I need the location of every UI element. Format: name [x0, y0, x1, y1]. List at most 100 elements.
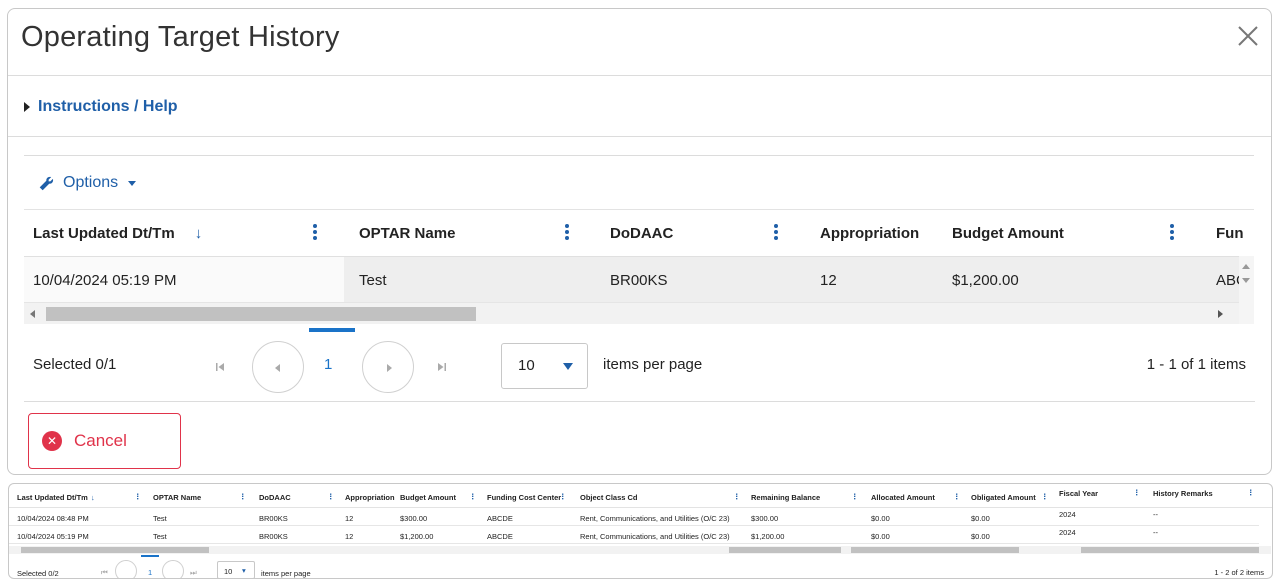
- vertical-scrollbar[interactable]: [1239, 256, 1254, 324]
- column-header-last-updated[interactable]: Last Updated Dt/Tm: [17, 493, 88, 502]
- instructions-help-label: Instructions / Help: [38, 98, 178, 115]
- items-per-page-label: items per page: [603, 356, 703, 373]
- next-page-button[interactable]: [362, 341, 414, 393]
- cancel-label: Cancel: [74, 431, 127, 450]
- pager-summary: 1 - 1 of 1 items: [1146, 356, 1246, 373]
- close-circle-icon: ✕: [42, 431, 62, 451]
- instructions-help-toggle[interactable]: Instructions / Help: [24, 98, 178, 116]
- table-row[interactable]: 10/04/2024 05:19 PM Test BR00KS 12 $1,20…: [9, 528, 1259, 544]
- cell-optar-name: Test: [359, 271, 387, 289]
- scrollbar-thumb[interactable]: [21, 547, 209, 553]
- column-menu-icon[interactable]: ⋮: [1133, 488, 1141, 497]
- background-history-grid: Last Updated Dt/Tm ↓ ⋮ OPTAR Name ⋮ DoDA…: [8, 483, 1273, 579]
- horizontal-scrollbar[interactable]: [9, 546, 1271, 554]
- scrollbar-thumb[interactable]: [851, 547, 1019, 553]
- column-header-appropriation[interactable]: Appropriation: [345, 493, 395, 502]
- cell-appropriation: 12: [820, 271, 837, 289]
- column-menu-icon[interactable]: ⋮: [733, 492, 741, 501]
- column-menu-icon[interactable]: ⋮: [469, 492, 477, 501]
- chevron-down-icon: ▾: [242, 566, 246, 575]
- divider: [8, 75, 1271, 76]
- previous-page-button[interactable]: [252, 341, 304, 393]
- page-size-select[interactable]: 10 ▾: [217, 561, 255, 578]
- column-header-funding-cost-center[interactable]: Fun: [1216, 210, 1244, 256]
- scroll-down-icon[interactable]: [1242, 278, 1250, 283]
- column-menu-icon[interactable]: ⋮: [239, 492, 247, 501]
- scroll-left-icon[interactable]: [30, 310, 35, 318]
- column-header-object-class[interactable]: Object Class Cd: [580, 493, 638, 502]
- column-header-funding-cost-center[interactable]: Funding Cost Center: [487, 493, 561, 502]
- column-menu-icon[interactable]: [1169, 224, 1175, 242]
- scrollbar-thumb[interactable]: [46, 307, 476, 321]
- background-pager: Selected 0/2 ⏮ 1 ⏭ 10 ▾ items per page 1…: [9, 554, 1272, 578]
- items-per-page-label: items per page: [261, 569, 311, 578]
- operating-target-history-dialog: Operating Target History Instructions / …: [7, 8, 1272, 475]
- options-menu-button[interactable]: Options: [38, 174, 137, 192]
- sort-descending-icon: ↓: [91, 493, 95, 502]
- column-header-history-remarks[interactable]: History Remarks: [1153, 489, 1213, 498]
- column-header-budget-amount[interactable]: Budget Amount: [400, 493, 456, 502]
- column-header-dodaac[interactable]: DoDAAC: [610, 210, 673, 256]
- selected-count: Selected 0/2: [17, 569, 59, 578]
- selected-count: Selected 0/1: [33, 356, 117, 373]
- cell-budget-amount: $1,200.00: [952, 271, 1019, 289]
- column-menu-icon[interactable]: [564, 224, 570, 242]
- column-header-last-updated[interactable]: Last Updated Dt/Tm ↓: [33, 210, 202, 256]
- options-label: Options: [63, 174, 119, 191]
- close-icon[interactable]: [1233, 21, 1263, 51]
- scroll-right-icon[interactable]: [1218, 310, 1223, 318]
- previous-page-button[interactable]: [115, 560, 137, 578]
- last-page-icon[interactable]: ⏭: [190, 568, 197, 578]
- column-header-budget-amount[interactable]: Budget Amount: [952, 210, 1064, 256]
- cell-dodaac: BR00KS: [610, 271, 668, 289]
- column-header-appropriation[interactable]: Appropriation: [820, 210, 919, 256]
- column-menu-icon[interactable]: ⋮: [1041, 492, 1049, 501]
- scroll-up-icon[interactable]: [1242, 264, 1250, 269]
- scrollbar-thumb[interactable]: [729, 547, 841, 553]
- first-page-icon[interactable]: ⏮: [101, 568, 108, 578]
- divider: [8, 136, 1271, 137]
- sort-descending-icon: ↓: [194, 224, 203, 242]
- column-menu-icon[interactable]: ⋮: [953, 492, 961, 501]
- history-grid: Last Updated Dt/Tm ↓ OPTAR Name DoDAAC A…: [24, 209, 1254, 327]
- cell-last-updated: 10/04/2024 05:19 PM: [33, 271, 177, 289]
- divider: [24, 401, 1255, 402]
- chevron-right-icon: [387, 364, 392, 372]
- table-row[interactable]: 10/04/2024 08:48 PM Test BR00KS 12 $300.…: [9, 510, 1259, 526]
- caret-down-icon: [128, 180, 137, 186]
- dialog-title: Operating Target History: [21, 21, 340, 53]
- chevron-down-icon: [563, 363, 573, 370]
- pager-summary: 1 - 2 of 2 items: [1214, 568, 1264, 577]
- column-header-dodaac[interactable]: DoDAAC: [259, 493, 291, 502]
- column-menu-icon[interactable]: ⋮: [559, 492, 567, 501]
- next-page-button[interactable]: [162, 560, 184, 578]
- column-header-optar-name[interactable]: OPTAR Name: [153, 493, 201, 502]
- scrollbar-thumb[interactable]: [1081, 547, 1259, 553]
- column-menu-icon[interactable]: [773, 224, 779, 242]
- horizontal-scrollbar[interactable]: [24, 302, 1239, 324]
- pager: Selected 0/1 1 10 items per page 1 - 1 o…: [24, 328, 1254, 396]
- active-page-indicator: [309, 328, 355, 332]
- wrench-icon: [39, 176, 54, 190]
- page-size-value: 10: [518, 357, 535, 374]
- first-page-icon[interactable]: [214, 360, 226, 372]
- cancel-button[interactable]: ✕ Cancel: [28, 413, 181, 469]
- column-menu-icon[interactable]: ⋮: [1247, 488, 1255, 497]
- column-header-allocated-amount[interactable]: Allocated Amount: [871, 493, 935, 502]
- column-menu-icon[interactable]: ⋮: [327, 492, 335, 501]
- table-row[interactable]: 10/04/2024 05:19 PM Test BR00KS 12 $1,20…: [24, 256, 1247, 303]
- column-header-obligated-amount[interactable]: Obligated Amount: [971, 493, 1036, 502]
- current-page-number[interactable]: 1: [324, 356, 332, 373]
- history-grid-section: Options Last Updated Dt/Tm ↓ OPTAR Name …: [24, 155, 1254, 395]
- column-menu-icon[interactable]: ⋮: [851, 492, 859, 501]
- active-page-indicator: [141, 555, 159, 557]
- column-header-remaining-balance[interactable]: Remaining Balance: [751, 493, 820, 502]
- column-header-fiscal-year[interactable]: Fiscal Year: [1059, 489, 1098, 498]
- last-page-icon[interactable]: [436, 360, 448, 372]
- current-page-number[interactable]: 1: [148, 568, 152, 577]
- column-header-optar-name[interactable]: OPTAR Name: [359, 210, 455, 256]
- column-menu-icon[interactable]: [312, 224, 318, 242]
- column-menu-icon[interactable]: ⋮: [134, 492, 142, 501]
- page-size-select[interactable]: 10: [501, 343, 588, 389]
- chevron-left-icon: [275, 364, 280, 372]
